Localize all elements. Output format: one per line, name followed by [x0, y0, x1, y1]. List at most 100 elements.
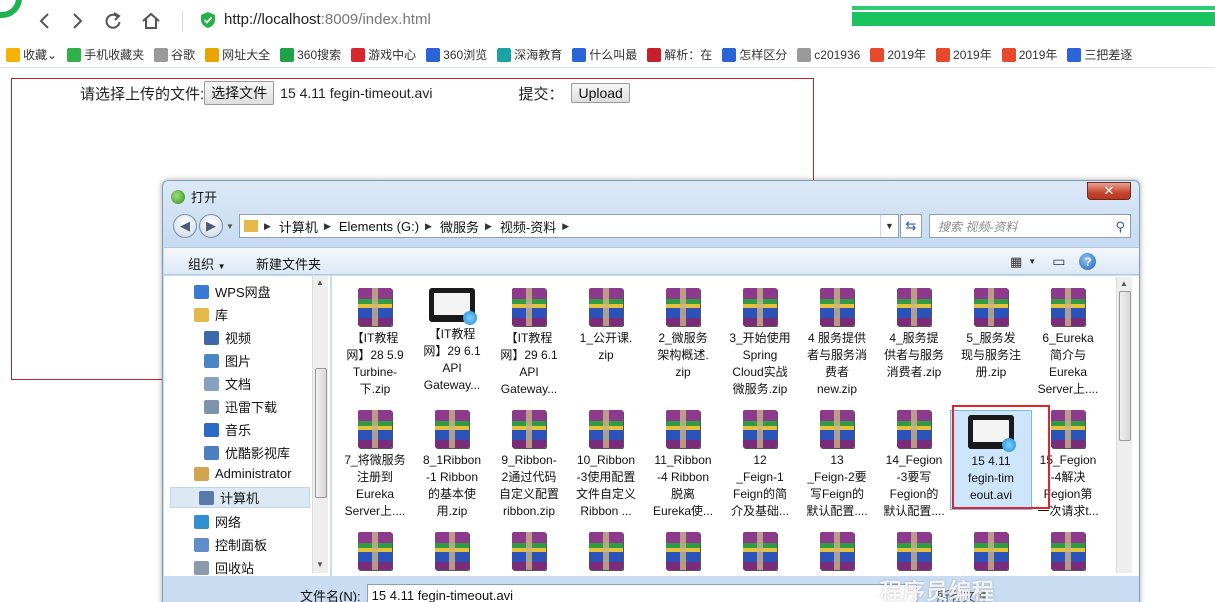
archive-file-item[interactable]: [569, 532, 643, 574]
video-file-item[interactable]: 【IT教程 网】29 6.1 API Gateway...: [415, 288, 489, 394]
back-button[interactable]: [32, 8, 58, 34]
dialog-forward-button[interactable]: ▶: [199, 214, 223, 238]
organize-button[interactable]: 组织 ▼: [188, 254, 226, 273]
archive-file-item[interactable]: 【IT教程 网】29 6.1 API Gateway...: [492, 288, 566, 398]
choose-file-button[interactable]: 选择文件: [204, 81, 275, 105]
bookmark-item[interactable]: 解析：在: [647, 46, 712, 63]
archive-file-item[interactable]: [646, 532, 720, 574]
nav-item[interactable]: 计算机: [170, 487, 310, 508]
new-folder-button[interactable]: 新建文件夹: [256, 254, 321, 273]
breadcrumb-arrow-icon[interactable]: ▶: [485, 221, 492, 232]
nav-item[interactable]: Administrator: [194, 466, 292, 481]
archive-file-item[interactable]: 13 _Feign-2要 写Feign的 默认配置....: [800, 410, 874, 520]
breadcrumb-item[interactable]: 视频-资料: [500, 217, 556, 236]
archive-file-item[interactable]: 6_Eureka 简介与 Eureka Server上....: [1031, 288, 1105, 398]
bookmark-item[interactable]: 什么叫最: [572, 46, 637, 63]
file-list-scrollbar[interactable]: ▲: [1116, 277, 1132, 573]
bookmark-label: 深海教育: [514, 48, 563, 62]
archive-file-item[interactable]: 4_服务提 供者与服务 消费者.zip: [877, 288, 951, 381]
nav-item[interactable]: 库: [194, 305, 228, 324]
nav-item[interactable]: 网络: [194, 512, 241, 531]
help-icon[interactable]: ?: [1079, 253, 1097, 270]
archive-file-item[interactable]: [415, 532, 489, 574]
view-dropdown-icon[interactable]: ▼: [1028, 257, 1036, 266]
bookmark-item[interactable]: 深海教育: [497, 46, 562, 63]
file-name-line: 11_Ribbon: [654, 453, 712, 467]
breadcrumb-arrow-icon[interactable]: ▶: [425, 221, 432, 232]
bookmark-item[interactable]: c201936: [797, 47, 860, 62]
dialog-back-button[interactable]: ◀: [173, 214, 197, 238]
bookmark-item[interactable]: 三把差逐: [1067, 46, 1132, 63]
archive-file-item[interactable]: 【IT教程 网】28 5.9 Turbine- 下.zip: [338, 288, 412, 398]
scroll-down-icon[interactable]: ▼: [316, 560, 324, 569]
view-mode-icon[interactable]: ▦: [1010, 254, 1022, 270]
archive-file-item[interactable]: [954, 532, 1028, 574]
breadcrumb-item[interactable]: 计算机: [279, 217, 318, 236]
bookmark-item[interactable]: 手机收藏夹: [67, 46, 144, 63]
history-dropdown-icon[interactable]: ▼: [226, 222, 234, 231]
breadcrumb-item[interactable]: Elements (G:): [339, 219, 419, 234]
archive-file-item[interactable]: 7_将微服务 注册到 Eureka Server上....: [338, 410, 412, 520]
archive-file-item[interactable]: 11_Ribbon -4 Ribbon 脱离 Eureka使...: [646, 410, 720, 520]
file-name-line: Gateway...: [500, 382, 558, 396]
upload-button[interactable]: Upload: [571, 83, 630, 103]
bookmark-item[interactable]: 收藏 ⌄: [6, 46, 57, 63]
nav-item[interactable]: WPS网盘: [194, 282, 271, 301]
bookmark-item[interactable]: 2019年: [870, 46, 926, 63]
nav-item[interactable]: 视频: [204, 328, 251, 347]
bookmark-item[interactable]: 怎样区分: [722, 46, 787, 63]
file-scroll-thumb[interactable]: [1119, 291, 1131, 441]
archive-file-item[interactable]: [723, 532, 797, 574]
reload-button[interactable]: [100, 8, 126, 34]
archive-file-item[interactable]: 9_Ribbon- 2通过代码 自定义配置 ribbon.zip: [492, 410, 566, 520]
nav-item[interactable]: 回收站: [194, 558, 254, 577]
nav-scroll-thumb[interactable]: [315, 368, 327, 498]
address-dropdown-icon[interactable]: ▼: [880, 215, 898, 237]
archive-file-item[interactable]: 10_Ribbon -3使用配置 文件自定义 Ribbon ...: [569, 410, 643, 520]
nav-item[interactable]: 优酷影视库: [204, 443, 290, 462]
nav-item[interactable]: 文档: [204, 374, 251, 393]
scroll-up-icon[interactable]: ▲: [1120, 279, 1128, 288]
archive-file-item[interactable]: [800, 532, 874, 574]
bookmark-item[interactable]: 360浏览: [426, 46, 487, 63]
bookmark-item[interactable]: 360搜索: [280, 46, 341, 63]
rar-archive-icon: [512, 288, 546, 326]
archive-file-item[interactable]: 1_公开课. zip: [569, 288, 643, 364]
nav-item[interactable]: 控制面板: [194, 535, 267, 554]
bookmark-item[interactable]: 游戏中心: [351, 46, 416, 63]
refresh-button[interactable]: ⇆: [900, 214, 922, 238]
bookmark-item[interactable]: 2019年: [936, 46, 992, 63]
archive-file-item[interactable]: 4 服务提供 者与服务消 费者 new.zip: [800, 288, 874, 398]
nav-item-label: 计算机: [220, 491, 260, 506]
archive-file-item[interactable]: 2_微服务 架构概述. zip: [646, 288, 720, 381]
archive-file-item[interactable]: [877, 532, 951, 574]
bookmark-item[interactable]: 网址大全: [205, 46, 270, 63]
dialog-close-button[interactable]: ✕: [1087, 182, 1131, 200]
breadcrumb[interactable]: ▶ 计算机 ▶ Elements (G:) ▶ 微服务 ▶ 视频-资料 ▶ ▼: [239, 214, 899, 238]
breadcrumb-item[interactable]: 微服务: [440, 217, 479, 236]
search-input[interactable]: 搜索 视频-资料 ⚲: [929, 214, 1131, 238]
bookmark-item[interactable]: 2019年: [1001, 46, 1057, 63]
archive-file-item[interactable]: [338, 532, 412, 574]
filename-input[interactable]: 15 4.11 fegin-timeout.avi: [366, 584, 917, 602]
home-button[interactable]: [138, 8, 164, 34]
nav-item[interactable]: 迅雷下载: [204, 397, 277, 416]
archive-file-item[interactable]: 3_开始使用 Spring Cloud实战 微服务.zip: [723, 288, 797, 398]
bookmark-item[interactable]: 谷歌: [154, 46, 195, 63]
scroll-up-icon[interactable]: ▲: [316, 278, 324, 287]
archive-file-item[interactable]: 8_1Ribbon -1 Ribbon 的基本使 用.zip: [415, 410, 489, 520]
nav-item[interactable]: 音乐: [204, 420, 251, 439]
breadcrumb-arrow-icon[interactable]: ▶: [562, 221, 569, 232]
archive-file-item[interactable]: 5_服务发 现与服务注 册.zip: [954, 288, 1028, 381]
archive-file-item[interactable]: [1031, 532, 1105, 574]
nav-pane-scrollbar[interactable]: ▲ ▼: [312, 276, 328, 573]
preview-pane-icon[interactable]: ▭: [1052, 253, 1065, 270]
archive-file-item[interactable]: [492, 532, 566, 574]
nav-item-icon: [204, 422, 219, 437]
nav-item[interactable]: 图片: [204, 351, 251, 370]
address-bar[interactable]: http://localhost:8009/index.html: [224, 11, 431, 28]
forward-button[interactable]: [64, 8, 90, 34]
archive-file-item[interactable]: 12 _Feign-1 Feign的简 介及基础...: [723, 410, 797, 520]
breadcrumb-arrow-icon[interactable]: ▶: [324, 221, 331, 232]
archive-file-item[interactable]: 14_Fegion -3要写 Fegion的 默认配置....: [877, 410, 951, 520]
